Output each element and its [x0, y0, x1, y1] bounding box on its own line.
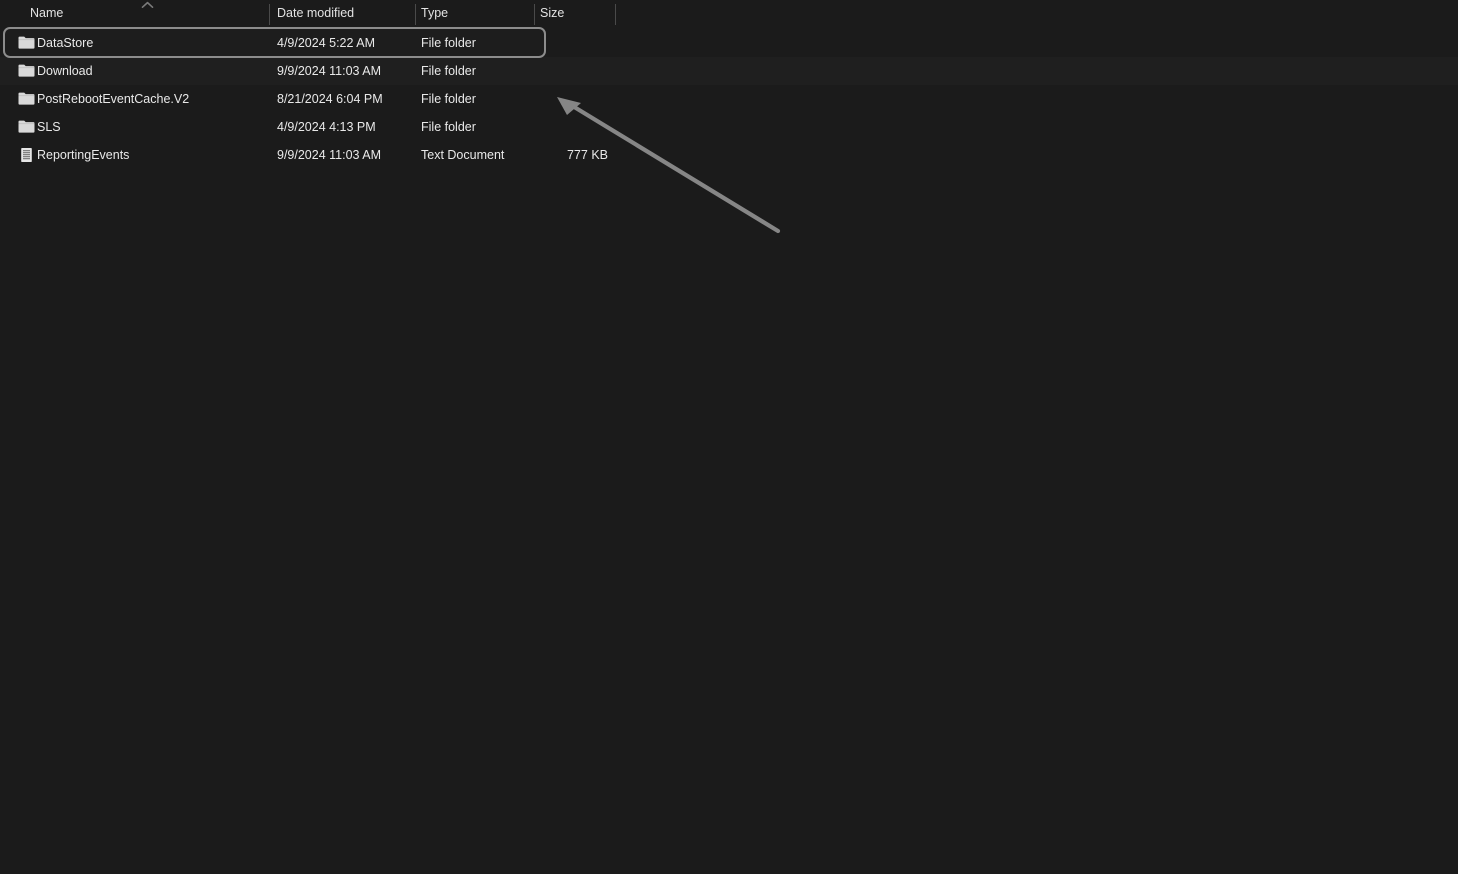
file-name: PostRebootEventCache.V2 — [37, 92, 190, 106]
table-row[interactable]: SLS 4/9/2024 4:13 PM File folder — [0, 113, 1458, 141]
file-date-modified: 8/21/2024 6:04 PM — [277, 92, 383, 106]
column-divider-size-end[interactable] — [615, 4, 616, 25]
file-name: Download — [37, 64, 93, 78]
file-type: File folder — [421, 92, 476, 106]
folder-icon — [18, 119, 35, 135]
folder-icon — [18, 63, 35, 79]
text-document-icon — [18, 147, 35, 163]
column-header-date-modified[interactable]: Date modified — [277, 0, 354, 27]
column-divider-type-size[interactable] — [534, 4, 535, 25]
file-name: SLS — [37, 120, 61, 134]
file-date-modified: 4/9/2024 4:13 PM — [277, 120, 376, 134]
column-header-name[interactable]: Name — [30, 0, 63, 27]
file-date-modified: 4/9/2024 5:22 AM — [277, 36, 375, 50]
table-row[interactable]: ReportingEvents 9/9/2024 11:03 AM Text D… — [0, 141, 1458, 169]
file-name: ReportingEvents — [37, 148, 130, 162]
column-divider-name-date[interactable] — [269, 4, 270, 25]
column-header-bar: Name Date modified Type Size — [0, 0, 1458, 27]
file-size — [508, 113, 608, 141]
column-divider-date-type[interactable] — [415, 4, 416, 25]
file-type: File folder — [421, 36, 476, 50]
file-type: Text Document — [421, 148, 505, 162]
file-list: DataStore 4/9/2024 5:22 AM File folder D… — [0, 29, 1458, 169]
file-type: File folder — [421, 120, 476, 134]
table-row[interactable]: DataStore 4/9/2024 5:22 AM File folder — [0, 29, 1458, 57]
table-row[interactable]: PostRebootEventCache.V2 8/21/2024 6:04 P… — [0, 85, 1458, 113]
folder-icon — [18, 35, 35, 51]
table-row[interactable]: Download 9/9/2024 11:03 AM File folder — [0, 57, 1458, 85]
file-type: File folder — [421, 64, 476, 78]
file-name: DataStore — [37, 36, 94, 50]
file-size — [508, 57, 608, 85]
column-header-type[interactable]: Type — [421, 0, 448, 27]
file-size — [508, 29, 608, 57]
folder-icon — [18, 91, 35, 107]
file-size — [508, 85, 608, 113]
file-date-modified: 9/9/2024 11:03 AM — [277, 64, 382, 78]
file-date-modified: 9/9/2024 11:03 AM — [277, 148, 382, 162]
column-header-size[interactable]: Size — [540, 0, 564, 27]
file-size: 777 KB — [566, 148, 608, 162]
chevron-up-icon — [141, 1, 154, 9]
